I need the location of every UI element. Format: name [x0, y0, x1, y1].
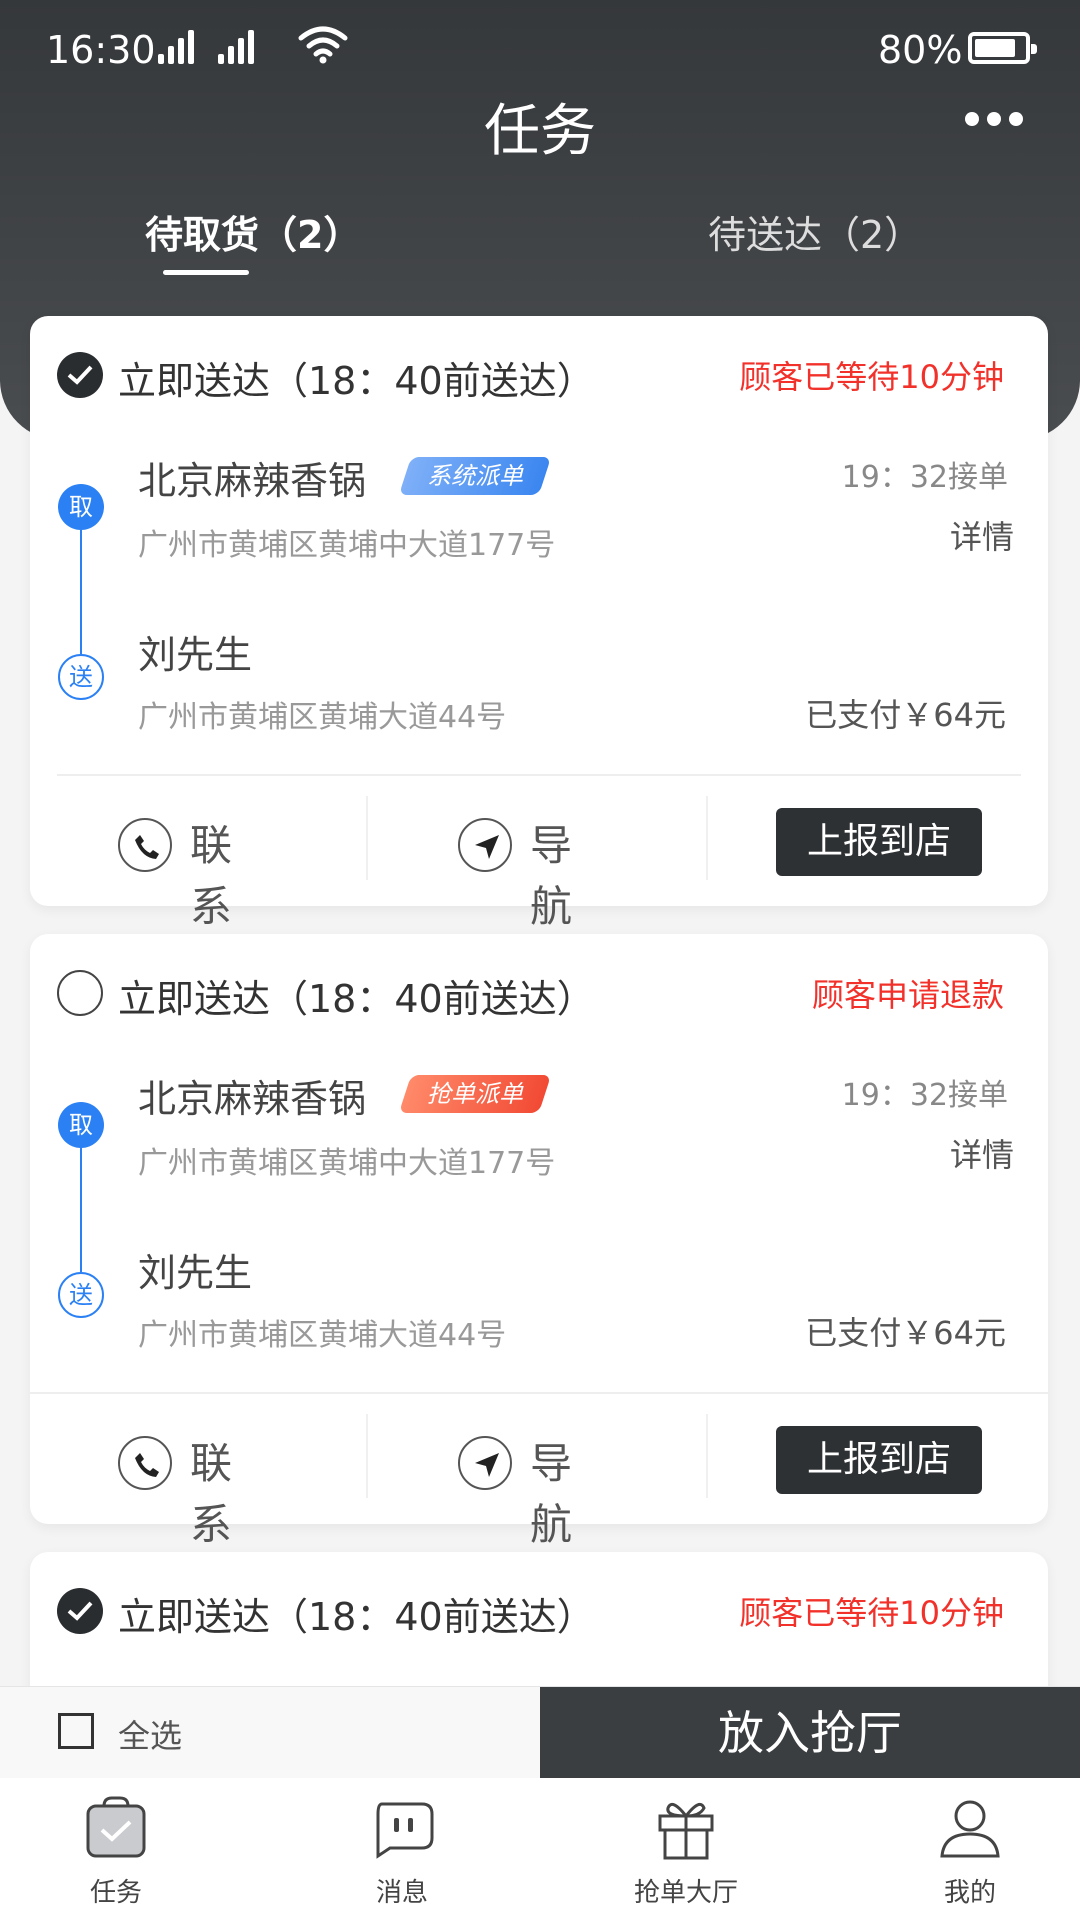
- batch-action-bar: 全选 放入抢厅: [0, 1686, 1080, 1779]
- customer-name: 刘先生: [138, 633, 253, 677]
- signal-icon-2: [218, 30, 258, 64]
- order-card: 立即送达（18：40前送达） 顾客已等待10分钟 取 送 北京麻辣香锅 系统派单…: [30, 316, 1048, 931]
- action-separator: [366, 796, 368, 880]
- shop-name: 北京麻辣香锅: [138, 1077, 367, 1121]
- customer-address: 广州市黄埔区黄埔大道44号: [138, 1318, 507, 1353]
- order-checkbox[interactable]: [57, 970, 103, 1016]
- tabbar-item-tasks[interactable]: 任务: [16, 1778, 216, 1920]
- pickup-marker: 取: [58, 484, 104, 530]
- shop-name: 北京麻辣香锅: [138, 459, 367, 503]
- message-icon: [376, 1802, 434, 1859]
- delivery-type: 立即送达（18：40前送达）: [118, 1595, 595, 1639]
- select-all-checkbox[interactable]: [58, 1713, 94, 1749]
- tabbar-item-messages[interactable]: 消息: [302, 1778, 502, 1920]
- detail-link[interactable]: 详情: [950, 1130, 1014, 1176]
- action-separator: [706, 796, 708, 880]
- page-title: 任务: [484, 99, 596, 164]
- delivery-marker: 送: [58, 1272, 104, 1318]
- order-checkbox[interactable]: [57, 1588, 103, 1634]
- delivery-type: 立即送达（18：40前送达）: [118, 977, 595, 1021]
- dispatch-badge: 系统派单: [398, 457, 552, 495]
- report-arrival-button[interactable]: 上报到店: [776, 808, 982, 876]
- tab-deliver[interactable]: 待送达（2）: [708, 204, 922, 259]
- shop-address: 广州市黄埔区黄埔中大道177号: [138, 1146, 556, 1181]
- pickup-marker: 取: [58, 1102, 104, 1148]
- bottom-tabbar: 任务 消息 抢单大厅 我的: [0, 1778, 1080, 1920]
- signal-icon: [158, 30, 198, 64]
- payment-status: 已支付￥64元: [805, 696, 1006, 734]
- order-card: 立即送达（18：40前送达） 顾客申请退款 取 送 北京麻辣香锅 抢单派单 19…: [30, 934, 1048, 1549]
- order-checkbox[interactable]: [57, 352, 103, 398]
- navigation-icon: [458, 818, 512, 872]
- action-separator: [366, 1414, 368, 1498]
- tab-pickup[interactable]: 待取货（2）: [145, 204, 361, 259]
- order-alert: 顾客已等待10分钟: [739, 358, 1004, 396]
- detail-link[interactable]: 详情: [950, 512, 1014, 558]
- task-icon: [86, 1796, 146, 1858]
- dispatch-badge: 抢单派单: [398, 1075, 552, 1113]
- report-arrival-button[interactable]: 上报到店: [776, 1426, 982, 1494]
- more-icon[interactable]: [965, 112, 1025, 128]
- put-in-hall-button[interactable]: 放入抢厅: [540, 1687, 1080, 1779]
- battery-icon: [968, 32, 1037, 64]
- status-time: 16:30: [46, 28, 156, 72]
- accept-time: 19：32接单: [841, 460, 1008, 495]
- user-icon: [940, 1800, 1000, 1858]
- customer-name: 刘先生: [138, 1251, 253, 1295]
- delivery-marker: 送: [58, 654, 104, 700]
- card-divider: [30, 1392, 1048, 1394]
- tabbar-item-grab-hall[interactable]: 抢单大厅: [586, 1778, 786, 1920]
- gift-icon: [658, 1802, 714, 1860]
- order-alert: 顾客已等待10分钟: [739, 1594, 1004, 1632]
- payment-status: 已支付￥64元: [805, 1314, 1006, 1352]
- status-bar: 16:30 80%: [0, 0, 1080, 100]
- delivery-type: 立即送达（18：40前送达）: [118, 359, 595, 403]
- customer-address: 广州市黄埔区黄埔大道44号: [138, 700, 507, 735]
- order-alert: 顾客申请退款: [811, 976, 1004, 1014]
- phone-icon: [118, 818, 172, 872]
- wifi-icon: [298, 26, 348, 64]
- shop-address: 广州市黄埔区黄埔中大道177号: [138, 528, 556, 563]
- active-tab-indicator: [163, 270, 249, 275]
- action-separator: [706, 1414, 708, 1498]
- select-all-label[interactable]: 全选: [118, 1711, 182, 1757]
- battery-level: 80%: [878, 28, 963, 72]
- accept-time: 19：32接单: [841, 1078, 1008, 1113]
- card-divider: [57, 774, 1021, 776]
- route-line: [80, 530, 82, 654]
- phone-icon: [118, 1436, 172, 1490]
- tabbar-item-profile[interactable]: 我的: [870, 1778, 1070, 1920]
- route-line: [80, 1148, 82, 1272]
- navigation-icon: [458, 1436, 512, 1490]
